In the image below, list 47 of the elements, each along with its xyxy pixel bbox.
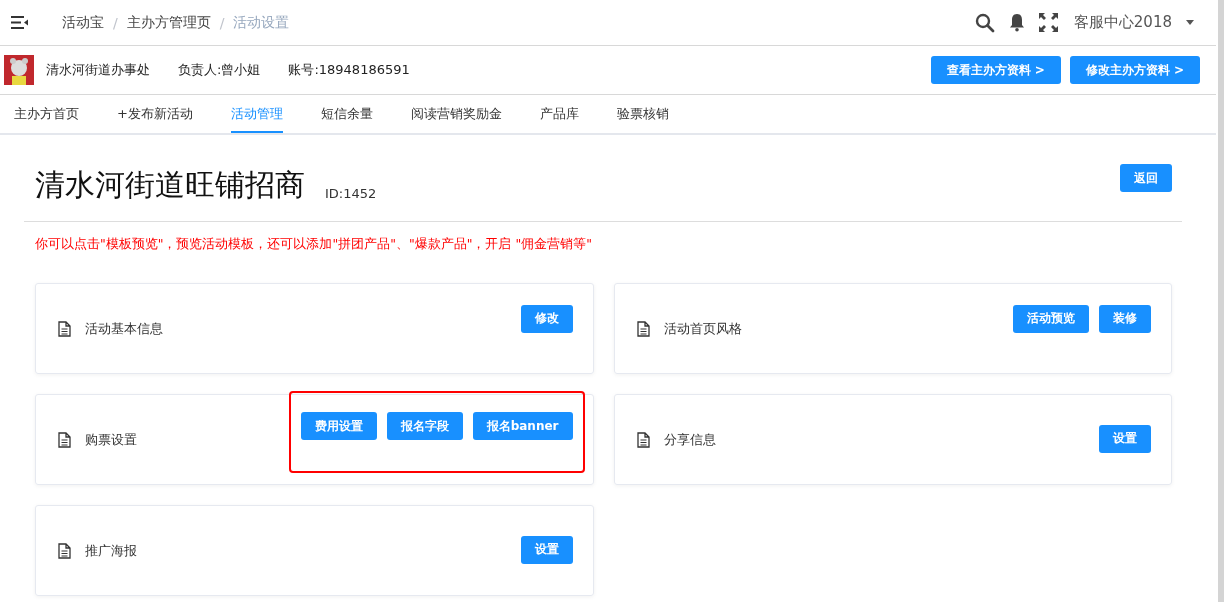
caret-icon[interactable] bbox=[1186, 20, 1194, 25]
document-icon bbox=[58, 431, 71, 448]
breadcrumb-link[interactable]: 活动设置 bbox=[233, 13, 290, 32]
document-icon bbox=[636, 320, 650, 337]
avatar-icon bbox=[4, 55, 34, 85]
breadcrumb-link[interactable]: 活动宝 bbox=[62, 13, 104, 32]
user-menu[interactable]: 客服中心2018 bbox=[1073, 13, 1172, 32]
document-icon bbox=[58, 542, 71, 559]
card-button[interactable]: 修改 bbox=[520, 304, 573, 333]
menu-icon[interactable] bbox=[11, 16, 28, 29]
nav-tab[interactable]: 产品库 bbox=[539, 95, 579, 133]
nav-tab[interactable]: +发布新活动 bbox=[117, 95, 193, 133]
card-button[interactable]: 活动预览 bbox=[1013, 304, 1089, 333]
breadcrumb-separator: / bbox=[113, 14, 118, 31]
organizer-name: 清水河街道办事处 bbox=[46, 61, 150, 79]
card-button[interactable]: 设置 bbox=[520, 535, 573, 564]
organizer-button[interactable]: 查看主办方资料 > bbox=[930, 56, 1061, 84]
card-title: 活动基本信息 bbox=[85, 319, 163, 338]
breadcrumb-link[interactable]: 主办方管理页 bbox=[126, 13, 211, 32]
card-button[interactable]: 设置 bbox=[1099, 424, 1151, 453]
back-button[interactable]: 返回 bbox=[1120, 164, 1172, 192]
scrollbar[interactable] bbox=[1218, 0, 1224, 602]
nav-tab[interactable]: 短信余量 bbox=[320, 95, 373, 133]
document-icon bbox=[636, 431, 650, 448]
card-title: 活动首页风格 bbox=[663, 319, 742, 338]
search-icon[interactable] bbox=[974, 12, 995, 33]
card-button[interactable]: 报名字段 bbox=[386, 412, 463, 440]
card-title: 分享信息 bbox=[663, 430, 716, 449]
activity-id: ID:1452 bbox=[325, 186, 377, 201]
fullscreen-icon[interactable] bbox=[1038, 13, 1058, 32]
card-title: 购票设置 bbox=[85, 430, 137, 449]
nav-tab[interactable]: 阅读营销奖励金 bbox=[410, 95, 502, 133]
card-title: 推广海报 bbox=[85, 541, 137, 560]
document-icon bbox=[58, 320, 71, 337]
card-button[interactable]: 报名banner bbox=[472, 412, 573, 440]
notice-text: 你可以点击"模板预览"，预览活动模板，还可以添加"拼团产品"、"爆款产品"，开启 "佣金营销等" bbox=[35, 236, 593, 253]
card-button[interactable]: 费用设置 bbox=[300, 412, 377, 440]
bell-icon[interactable] bbox=[1008, 13, 1025, 32]
nav-tab[interactable]: 验票核销 bbox=[616, 95, 669, 133]
nav-tab[interactable]: 主办方首页 bbox=[14, 95, 79, 133]
nav-tab[interactable]: 活动管理 bbox=[230, 95, 283, 133]
breadcrumb-separator: / bbox=[219, 14, 225, 31]
organizer-button[interactable]: 修改主办方资料 > bbox=[1069, 56, 1200, 84]
account-number: 账号:18948186591 bbox=[288, 61, 410, 79]
contact-person: 负责人:曾小姐 bbox=[178, 61, 261, 79]
card-button[interactable]: 装修 bbox=[1099, 304, 1151, 333]
activity-title: 清水河街道旺铺招商 bbox=[35, 167, 305, 203]
